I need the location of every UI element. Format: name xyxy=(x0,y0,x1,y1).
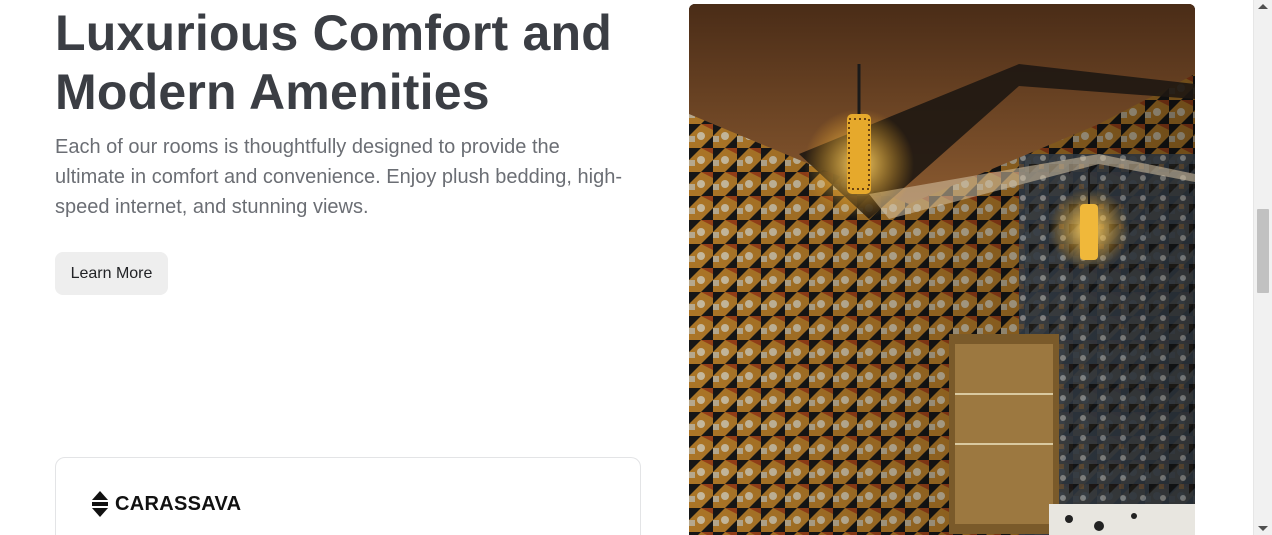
heading-line-2: Modern Amenities xyxy=(55,64,490,120)
scrollbar-thumb[interactable] xyxy=(1257,209,1269,293)
vertical-scrollbar[interactable] xyxy=(1253,0,1272,535)
heading-line-1: Luxurious Comfort and xyxy=(55,5,612,61)
section-heading: Luxurious Comfort and Modern Amenities xyxy=(55,4,655,122)
brand-card: CARASSAVA xyxy=(55,457,641,535)
brand[interactable]: CARASSAVA xyxy=(91,491,241,517)
carassava-logo-icon xyxy=(92,491,108,517)
section-description: Each of our rooms is thoughtfully design… xyxy=(55,136,623,218)
room-photo-image xyxy=(689,4,1195,535)
page: Luxurious Comfort and Modern Amenities E… xyxy=(0,0,1272,535)
room-photo xyxy=(689,4,1195,535)
brand-name: CARASSAVA xyxy=(115,492,242,515)
learn-more-button[interactable]: Learn More xyxy=(55,252,168,295)
scroll-down-arrow-icon[interactable] xyxy=(1258,526,1268,531)
scroll-up-arrow-icon[interactable] xyxy=(1258,4,1268,9)
